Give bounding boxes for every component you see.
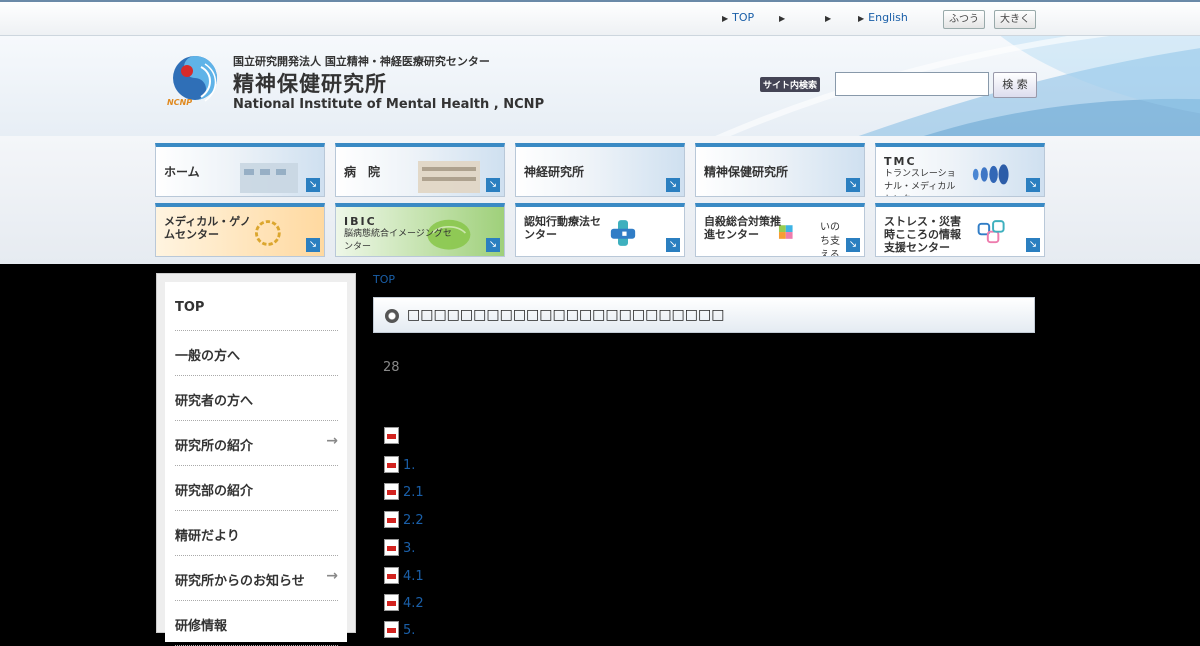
- page-title: □□□□□□□□□□□□□□□□□□□□□□□□: [407, 307, 725, 323]
- sidebar-item-departments[interactable]: 研究部の紹介: [175, 466, 338, 511]
- arrow-icon: ↘: [486, 178, 500, 192]
- arrow-icon: ↘: [306, 178, 320, 192]
- nav-tile-neuroscience[interactable]: 神経研究所 ↘: [515, 143, 685, 197]
- sidebar-item-general[interactable]: 一般の方へ: [175, 331, 338, 376]
- search-button[interactable]: 検 索: [993, 72, 1037, 98]
- nav-tile-cbt[interactable]: 認知行動療法センター ↘: [515, 203, 685, 257]
- nav-tile-suicide-prevention[interactable]: 自殺総合対策推進センター いのち支える ↘: [695, 203, 865, 257]
- triangle-icon: ▶: [722, 14, 729, 23]
- breadcrumb[interactable]: TOP: [373, 273, 395, 286]
- pdf-icon: [384, 511, 399, 528]
- org-english-name: National Institute of Mental Health , NC…: [233, 97, 545, 112]
- nav-tagline: いのち支える: [820, 222, 840, 257]
- pdf-icon: [384, 456, 399, 473]
- util-link-2[interactable]: ▶: [779, 11, 789, 24]
- util-link-english[interactable]: ▶ English: [858, 11, 908, 24]
- pdf-icon: [384, 483, 399, 500]
- sidebar-item-about[interactable]: 研究所の紹介 →: [175, 421, 338, 466]
- pdf-icon: [384, 594, 399, 611]
- page-title-bar: □□□□□□□□□□□□□□□□□□□□□□□□: [373, 297, 1035, 333]
- building-icon: [240, 163, 298, 193]
- search-label: サイト内検索: [760, 77, 821, 92]
- org-name[interactable]: 精神保健研究所: [233, 68, 387, 98]
- sidebar-item-news[interactable]: 研究所からのお知らせ →: [175, 556, 338, 601]
- year-number: 28: [383, 360, 400, 375]
- arrow-icon: ↘: [486, 238, 500, 252]
- sidebar-menu: TOP 一般の方へ 研究者の方へ 研究所の紹介 → 研究部の紹介 精研だより 研究…: [165, 282, 347, 646]
- nav-label: 神経研究所: [524, 165, 585, 179]
- sidebar-item-newsletter[interactable]: 精研だより: [175, 511, 338, 556]
- pdf-icon: [384, 427, 399, 444]
- arrow-icon: ↘: [1026, 178, 1040, 192]
- nav-tile-genome[interactable]: メディカル・ゲノムセンター ↘: [155, 203, 325, 257]
- nav-label: TMCトランスレーショナル・メディカルセンター: [884, 155, 956, 196]
- utility-bar: ▶ TOP ▶ ▶ ▶ English ふつう 大きく: [0, 2, 1200, 36]
- nav-label: 認知行動療法センター: [524, 215, 601, 241]
- nav-label: 病 院: [344, 165, 381, 179]
- hospital-icon: [418, 161, 480, 193]
- triangle-icon: ▶: [858, 14, 865, 23]
- nav-tile-mental-health[interactable]: 精神保健研究所 ↘: [695, 143, 865, 197]
- sidebar-item-training[interactable]: 研修情報: [175, 601, 338, 646]
- nav-tile-hospital[interactable]: 病 院 ↘: [335, 143, 505, 197]
- nav-tile-home[interactable]: ホーム ↘: [155, 143, 325, 197]
- sidebar-item-researchers[interactable]: 研究者の方へ: [175, 376, 338, 421]
- org-subtitle: 国立研究開発法人 国立精神・神経医療研究センター: [233, 55, 490, 68]
- tmc-dots-icon: [972, 164, 1009, 185]
- nav-label: IBIC 脳病態統合イメージングセンター: [344, 215, 452, 252]
- arrow-icon: ↘: [846, 238, 860, 252]
- site-search-input[interactable]: [835, 72, 989, 96]
- nav-label: ストレス・災害時こころの情報支援センター: [884, 215, 961, 254]
- arrow-right-icon: →: [326, 433, 338, 449]
- nav-label: 精神保健研究所: [704, 165, 789, 179]
- ncnp-logo: NCNP: [167, 56, 217, 107]
- nav-label: 自殺総合対策推進センター: [704, 215, 781, 241]
- arrow-right-icon: →: [326, 568, 338, 584]
- triangle-icon: ▶: [779, 14, 786, 23]
- arrow-icon: ↘: [666, 238, 680, 252]
- util-link-top[interactable]: ▶ TOP: [722, 11, 754, 24]
- bullet-icon: [385, 309, 399, 323]
- util-link-3[interactable]: ▶: [825, 11, 835, 24]
- svg-text:NCNP: NCNP: [167, 98, 192, 107]
- arrow-icon: ↘: [1026, 238, 1040, 252]
- triangle-icon: ▶: [825, 14, 832, 23]
- genome-ring-icon: [254, 220, 281, 246]
- arrow-icon: ↘: [306, 238, 320, 252]
- font-large-button[interactable]: 大きく: [994, 10, 1036, 29]
- sidebar-item-top[interactable]: TOP: [175, 286, 338, 331]
- linked-shapes-icon: [977, 220, 1005, 244]
- sidebar: TOP 一般の方へ 研究者の方へ 研究所の紹介 → 研究部の紹介 精研だより 研究…: [156, 273, 356, 646]
- nav-label: ホーム: [164, 165, 200, 179]
- nav-tile-tmc[interactable]: TMCトランスレーショナル・メディカルセンター ↘: [875, 143, 1045, 197]
- nav-tile-ibic[interactable]: IBIC 脳病態統合イメージングセンター ↘: [335, 203, 505, 257]
- nav-label: メディカル・ゲノムセンター: [164, 215, 251, 241]
- pdf-icon: [384, 567, 399, 584]
- cbt-cross-icon: [610, 220, 636, 246]
- arrow-icon: ↘: [846, 178, 860, 192]
- nav-tile-stress-disaster[interactable]: ストレス・災害時こころの情報支援センター ↘: [875, 203, 1045, 257]
- pdf-icon: [384, 539, 399, 556]
- arrow-icon: ↘: [666, 178, 680, 192]
- font-normal-button[interactable]: ふつう: [943, 10, 985, 29]
